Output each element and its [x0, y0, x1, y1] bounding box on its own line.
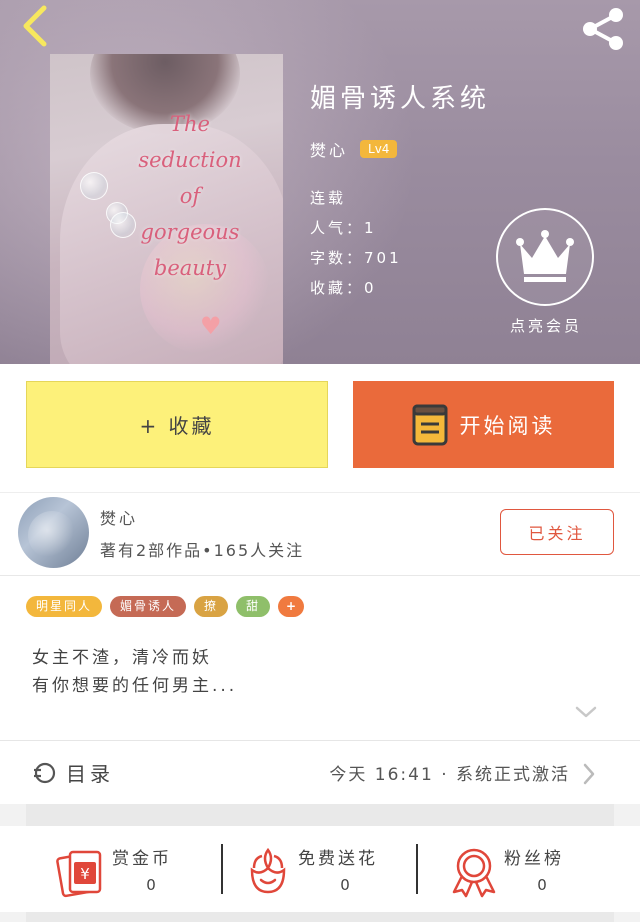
book-title: 媚骨诱人系统 — [310, 84, 491, 114]
book-detail: 明星同人 媚骨诱人 撩 甜 + 女主不渣，清冷而妖 有你想要的任何男主... — [0, 576, 640, 740]
catalog-row[interactable]: 目录 今天 16:41 · 系统正式激活 — [0, 740, 640, 804]
word-count: 字数：701 — [310, 249, 402, 267]
tag-item[interactable]: 明星同人 — [26, 596, 103, 617]
reward-coins-label: 赏金币 — [112, 849, 172, 869]
add-tag-button[interactable]: + — [278, 596, 305, 617]
start-reading-label: 开始阅读 — [459, 413, 556, 438]
send-flower-button[interactable]: 免费送花 0 — [242, 836, 412, 906]
author-card: 燓心 著有2部作品•165人关注 已关注 — [0, 492, 640, 576]
section-divider — [26, 804, 614, 826]
action-bar: + 收藏 开始阅读 — [0, 364, 640, 492]
follow-button[interactable]: 已关注 — [500, 509, 614, 555]
collect-button[interactable]: + 收藏 — [26, 381, 328, 468]
author-card-name[interactable]: 燓心 — [100, 505, 138, 529]
send-flower-count: 0 — [340, 876, 350, 894]
vip-button[interactable] — [496, 208, 594, 306]
intro-line: 女主不渣，清冷而妖 — [32, 648, 212, 668]
fans-ranking-label: 粉丝榜 — [504, 849, 564, 869]
stat-divider — [221, 844, 223, 894]
chevron-right-icon — [583, 763, 595, 785]
tag-item[interactable]: 媚骨诱人 — [110, 596, 187, 617]
fans-ranking-button[interactable]: 粉丝榜 0 — [448, 836, 598, 906]
catalog-icon — [34, 762, 56, 784]
tag-item[interactable]: 撩 — [194, 596, 229, 617]
catalog-label: 目录 — [66, 762, 114, 786]
ribbon-medal-icon — [452, 848, 496, 898]
book-icon — [412, 404, 447, 445]
level-badge: Lv4 — [360, 140, 398, 158]
book-intro: 女主不渣，清冷而妖 有你想要的任何男主... — [32, 644, 237, 700]
book-info: 媚骨诱人系统 燓心 Lv4 连载 人气：1 字数：701 收藏：0 — [310, 78, 490, 303]
fans-ranking-count: 0 — [537, 876, 547, 894]
tag-item[interactable]: 甜 — [236, 596, 271, 617]
tag-list: 明星同人 媚骨诱人 撩 甜 + — [26, 596, 305, 617]
chevron-left-icon — [23, 5, 47, 47]
start-reading-button[interactable]: 开始阅读 — [353, 381, 614, 468]
back-button[interactable] — [14, 4, 54, 48]
serial-status: 连载 — [310, 189, 347, 207]
reward-coins-count: 0 — [146, 876, 156, 894]
heart-decoration: ♥ — [200, 312, 222, 340]
reward-coins-button[interactable]: ¥ 赏金币 0 — [56, 836, 206, 906]
send-flower-label: 免费送花 — [298, 849, 378, 869]
book-header: ♥ The seduction of gorgeous beauty 媚骨诱人系… — [0, 0, 640, 364]
red-envelope-icon: ¥ — [56, 850, 102, 898]
share-icon — [583, 8, 623, 50]
share-button[interactable] — [578, 6, 630, 50]
flower-icon — [250, 847, 286, 894]
crown-icon — [516, 230, 574, 282]
cover-title-art: The seduction of gorgeous beauty — [138, 112, 242, 280]
favorites-count: 收藏：0 — [310, 279, 377, 297]
vip-label[interactable]: 点亮会员 — [494, 315, 598, 336]
footer-divider — [26, 912, 614, 922]
book-cover[interactable]: ♥ The seduction of gorgeous beauty — [50, 54, 283, 364]
latest-chapter: 今天 16:41 · 系统正式激活 — [329, 765, 570, 785]
interaction-bar: ¥ 赏金币 0 免费送花 0 粉丝榜 0 — [0, 826, 640, 912]
svg-text:¥: ¥ — [80, 865, 90, 883]
popularity: 人气：1 — [310, 219, 377, 237]
intro-line: 有你想要的任何男主... — [32, 676, 238, 696]
author-stats: 著有2部作品•165人关注 — [100, 541, 305, 560]
author-name[interactable]: 燓心 — [310, 137, 348, 161]
collect-label: + 收藏 — [139, 414, 215, 438]
avatar[interactable] — [18, 497, 89, 568]
chevron-down-icon[interactable] — [574, 704, 598, 720]
stat-divider — [416, 844, 418, 894]
